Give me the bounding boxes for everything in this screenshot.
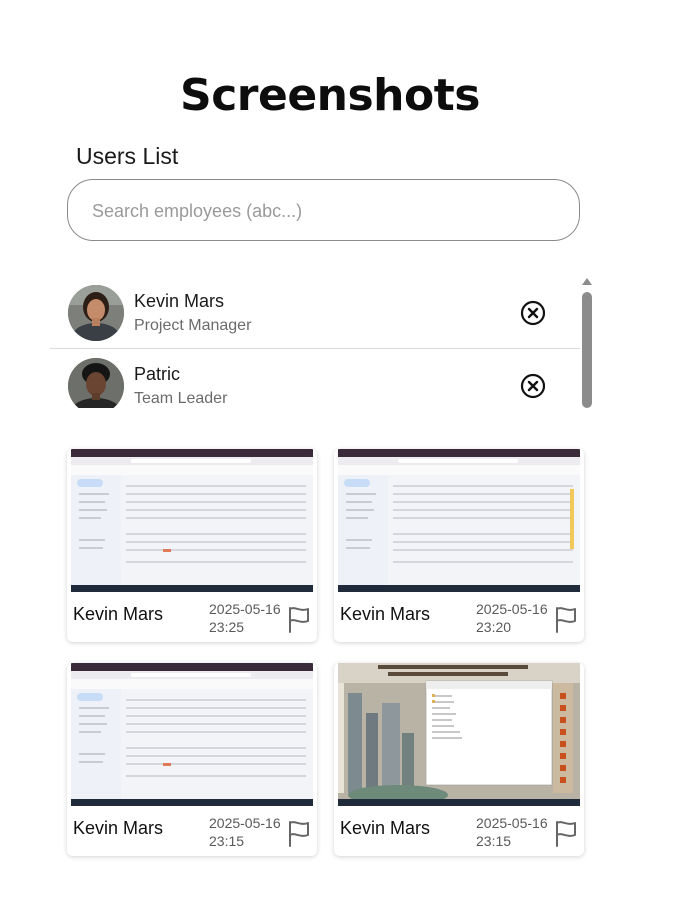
screenshot-user-name: Kevin Mars [73, 818, 164, 838]
screenshot-thumbnail[interactable] [71, 663, 313, 806]
user-name: Patric [134, 364, 181, 384]
user-list-item[interactable]: Patric Team Leader [50, 349, 580, 408]
remove-user-button[interactable] [520, 300, 546, 326]
flag-button[interactable] [553, 606, 579, 634]
flag-icon [556, 821, 576, 847]
screenshot-time: 23:15 [476, 833, 512, 849]
user-list[interactable]: Kevin Mars Project Manager Patric Team L… [50, 276, 580, 408]
screenshot-user-name: Kevin Mars [73, 604, 164, 624]
user-name: Kevin Mars [134, 291, 225, 311]
user-role: Team Leader [134, 390, 228, 407]
screenshot-date: 2025-05-16 [209, 601, 281, 617]
screenshot-date: 2025-05-16 [476, 815, 548, 831]
page-title: Screenshots [180, 70, 480, 121]
screenshot-time: 23:15 [209, 833, 245, 849]
flag-icon [556, 607, 576, 633]
avatar [68, 285, 124, 341]
screenshot-user-name: Kevin Mars [340, 818, 431, 838]
screenshot-date: 2025-05-16 [476, 601, 548, 617]
user-role: Project Manager [134, 317, 252, 334]
screenshot-card[interactable]: Kevin Mars 2025-05-16 23:20 [334, 449, 584, 642]
screenshot-card[interactable]: Kevin Mars 2025-05-16 23:15 [67, 663, 317, 856]
screenshot-time: 23:25 [209, 619, 245, 635]
flag-icon [289, 607, 309, 633]
screenshot-thumbnail[interactable] [71, 449, 313, 592]
search-input[interactable] [92, 198, 552, 224]
screenshot-card[interactable]: Kevin Mars 2025-05-16 23:25 [67, 449, 317, 642]
scroll-up-arrow-icon[interactable] [581, 276, 593, 286]
users-list-heading: Users List [76, 143, 179, 169]
flag-button[interactable] [286, 606, 312, 634]
user-list-item[interactable]: Kevin Mars Project Manager [50, 276, 580, 349]
screenshot-date: 2025-05-16 [209, 815, 281, 831]
search-box[interactable] [67, 179, 580, 241]
scrollbar-thumb[interactable] [582, 292, 592, 408]
remove-user-button[interactable] [520, 373, 546, 399]
flag-button[interactable] [286, 820, 312, 848]
screenshot-time: 23:20 [476, 619, 512, 635]
flag-button[interactable] [553, 820, 579, 848]
screenshot-thumbnail[interactable] [338, 663, 580, 806]
close-circle-icon [520, 300, 546, 326]
screenshot-thumbnail[interactable] [338, 449, 580, 592]
flag-icon [289, 821, 309, 847]
user-list-scrollbar[interactable] [581, 276, 593, 408]
avatar [68, 358, 124, 408]
close-circle-icon [520, 373, 546, 399]
screenshot-card[interactable]: Kevin Mars 2025-05-16 23:15 [334, 663, 584, 856]
screenshot-user-name: Kevin Mars [340, 604, 431, 624]
